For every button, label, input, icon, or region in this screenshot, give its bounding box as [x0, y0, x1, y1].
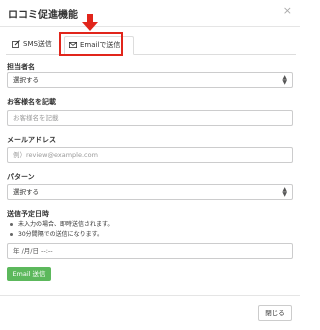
edit-icon	[12, 40, 20, 48]
schedule-label: 送信予定日時	[7, 210, 49, 218]
arrow-down-icon	[82, 14, 98, 31]
schedule-note: 30分間隔での送信になります。	[7, 230, 113, 240]
pattern-label: パターン	[7, 173, 35, 181]
staff-select[interactable]: 選択する ▲ ▼	[7, 72, 293, 88]
select-caret-icon: ▲ ▼	[282, 186, 287, 198]
customer-placeholder: お客様名を記載	[13, 114, 59, 122]
customer-input[interactable]: お客様名を記載	[7, 110, 293, 126]
staff-select-value: 選択する	[13, 76, 39, 84]
close-icon[interactable]: ×	[283, 5, 292, 16]
select-caret-icon: ▲ ▼	[282, 74, 287, 86]
modal-title: ロコミ促進機能	[8, 10, 78, 21]
tab-highlight-box	[59, 32, 123, 56]
schedule-placeholder: 年 /月/日 --:--	[13, 247, 53, 255]
customer-label: お客様名を記載	[7, 98, 56, 106]
close-button[interactable]: 閉じる	[258, 305, 292, 321]
email-placeholder: 例）review@example.com	[13, 151, 98, 159]
schedule-notes: 未入力の場合、即時送信されます。 30分間隔での送信になります。	[7, 220, 113, 240]
schedule-note: 未入力の場合、即時送信されます。	[7, 220, 113, 230]
tab-sms-label: SMS送信	[23, 40, 52, 48]
staff-label: 担当者名	[7, 63, 35, 71]
tab-bar: SMS送信 Emailで送信	[6, 36, 296, 55]
modal-footer: 閉じる	[0, 295, 300, 330]
pattern-select-value: 選択する	[13, 188, 39, 196]
email-label: メールアドレス	[7, 136, 56, 144]
schedule-input[interactable]: 年 /月/日 --:--	[7, 243, 293, 259]
email-send-button[interactable]: Email 送信	[7, 267, 51, 281]
email-input[interactable]: 例）review@example.com	[7, 147, 293, 163]
tab-sms[interactable]: SMS送信	[10, 36, 64, 53]
modal-header: ロコミ促進機能 ×	[0, 0, 300, 27]
pattern-select[interactable]: 選択する ▲ ▼	[7, 184, 293, 200]
